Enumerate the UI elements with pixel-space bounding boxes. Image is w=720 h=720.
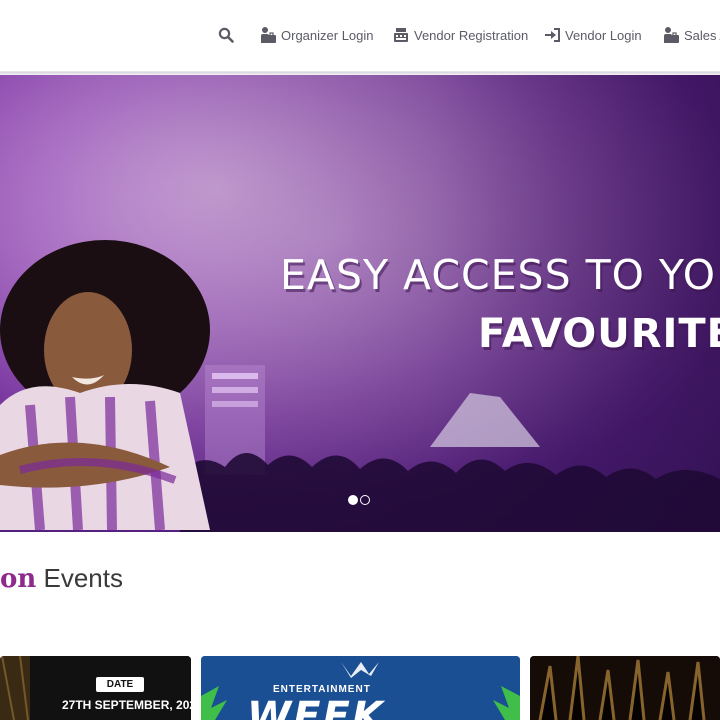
top-navigation-bar: Organizer Login Vendor Registration Vend… [0, 0, 720, 72]
event-date: 27TH SEPTEMBER, 2025 [62, 698, 191, 712]
event-title: WEEK [247, 694, 385, 720]
slide-dot-1[interactable] [348, 495, 358, 505]
cash-register-icon [393, 27, 409, 43]
event-poster-image [530, 656, 720, 720]
section-heading-accent: on [0, 564, 37, 594]
search-button[interactable] [218, 24, 234, 46]
hero-title: EASY ACCESS TO YO [280, 251, 717, 299]
vendor-login-link[interactable]: Vendor Login [544, 24, 642, 46]
vendor-registration-link[interactable]: Vendor Registration [393, 24, 528, 46]
hero-subtitle: FAVOURITE [478, 311, 720, 357]
briefcase-user-icon [260, 26, 276, 44]
hero-image [0, 75, 720, 532]
slider-dots [348, 495, 370, 505]
sales-agent-label: Sales A [684, 27, 720, 43]
organizer-login-link[interactable]: Organizer Login [260, 24, 374, 46]
sales-agent-login-link[interactable]: Sales A [663, 24, 720, 46]
sign-in-icon [544, 27, 560, 43]
vendor-login-label: Vendor Login [565, 27, 642, 43]
hero-slider[interactable]: EASY ACCESS TO YO FAVOURITE [0, 75, 720, 532]
event-card-2[interactable]: ENTERTAINMENT WEEK [201, 656, 520, 720]
event-date-tag: DATE [96, 677, 144, 692]
event-card-1[interactable]: DATE 27TH SEPTEMBER, 2025 [0, 656, 191, 720]
event-card-3[interactable] [530, 656, 720, 720]
organizer-login-label: Organizer Login [281, 27, 374, 43]
section-heading-title: Events [43, 563, 123, 593]
search-icon [218, 27, 234, 43]
vendor-registration-label: Vendor Registration [414, 27, 529, 43]
briefcase-user-icon [663, 26, 679, 44]
slide-dot-2[interactable] [360, 495, 370, 505]
main-nav: Organizer Login Vendor Registration Vend… [0, 0, 720, 72]
section-heading: on Events [0, 563, 123, 594]
